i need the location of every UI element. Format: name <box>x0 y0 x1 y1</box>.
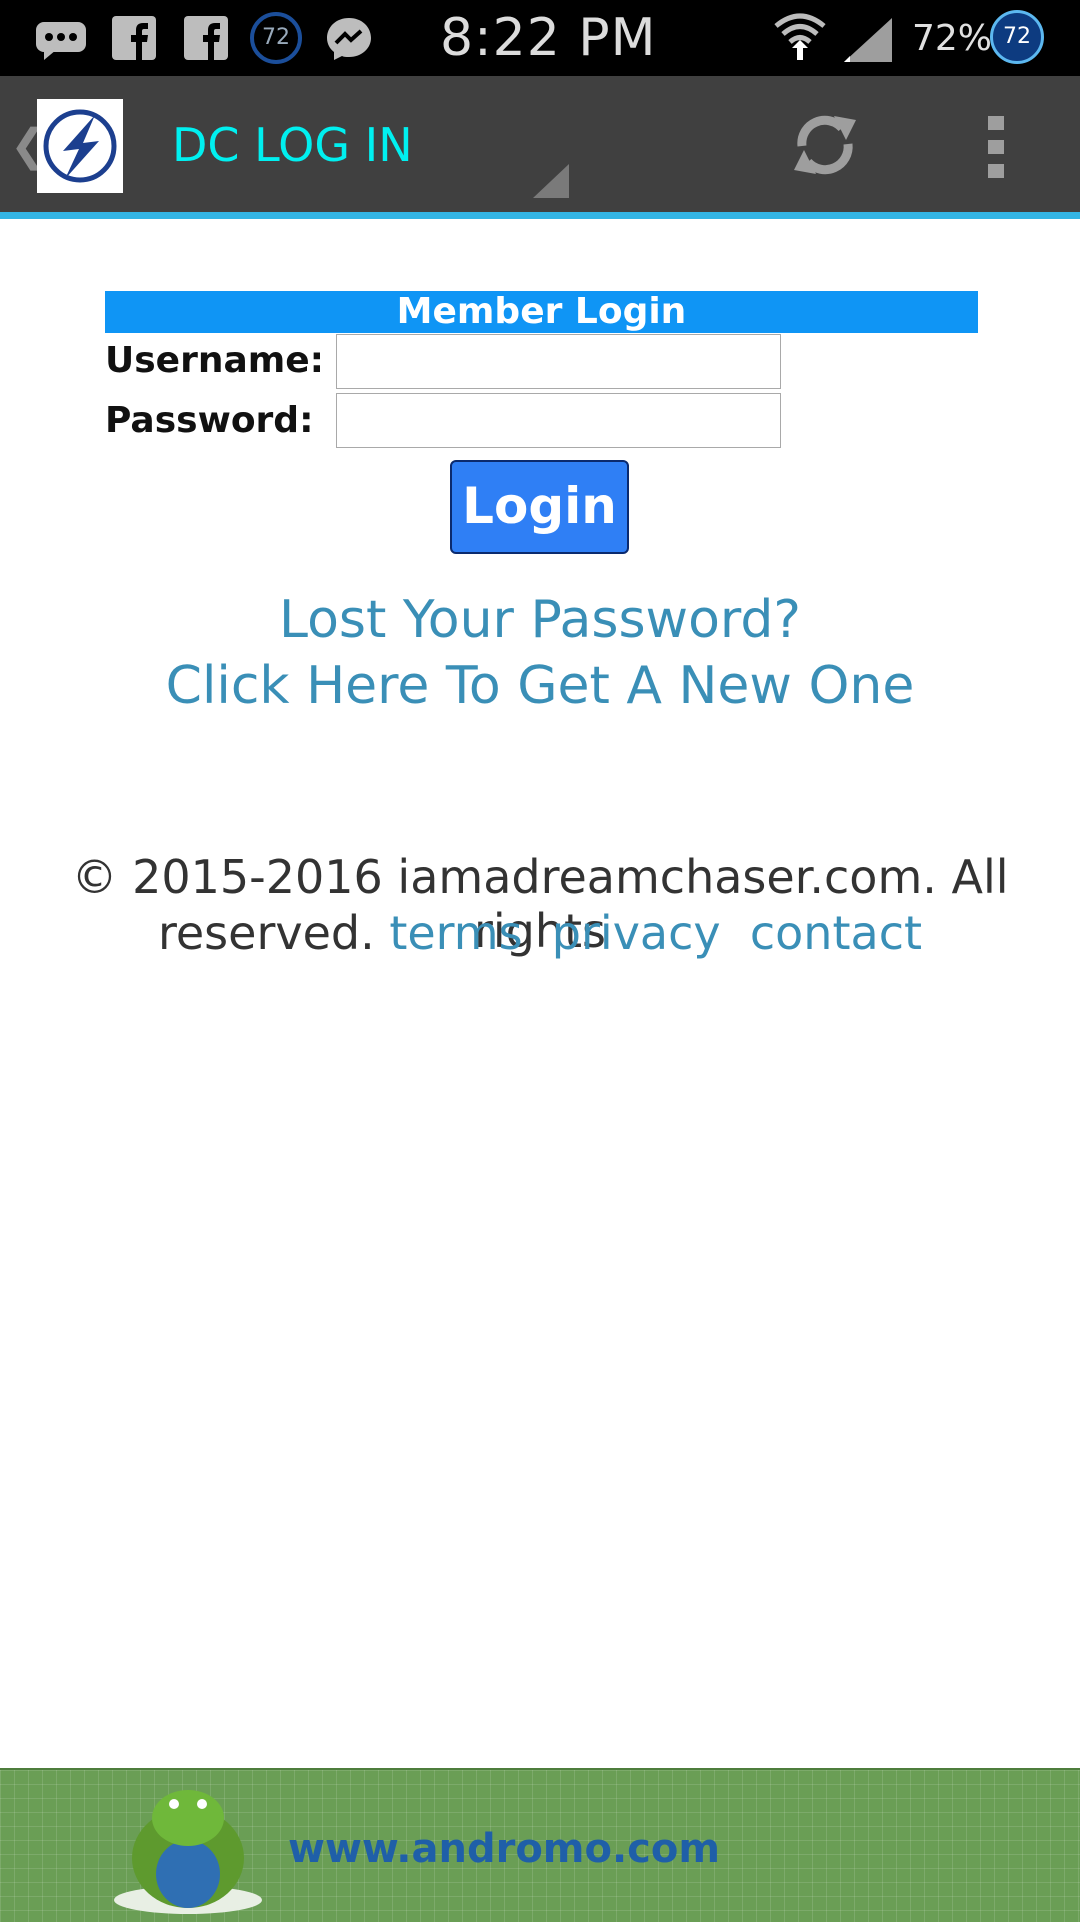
app-logo-icon[interactable] <box>37 99 123 193</box>
ad-banner[interactable]: www.andromo.com <box>0 1768 1080 1922</box>
sms-icon <box>36 22 86 60</box>
weather-badge-icon: 72 <box>250 12 302 64</box>
lost-password-link[interactable]: Lost Your Password? <box>0 590 1080 650</box>
get-new-password-link[interactable]: Click Here To Get A New One <box>0 656 1080 716</box>
battery-badge-icon: 72 <box>990 10 1044 64</box>
terms-link[interactable]: terms <box>389 906 522 960</box>
signal-icon <box>844 18 892 62</box>
login-button[interactable]: Login <box>450 460 629 554</box>
battery-badge-value: 72 <box>1003 24 1031 49</box>
username-label: Username: <box>105 340 325 381</box>
battery-percent: 72% <box>912 18 993 59</box>
messenger-icon <box>327 18 371 60</box>
refresh-icon[interactable] <box>790 110 860 180</box>
action-bar-title[interactable]: DC LOG IN <box>172 118 413 172</box>
privacy-link[interactable]: privacy <box>552 906 721 960</box>
action-bar: ❮ DC LOG IN <box>0 76 1080 219</box>
status-time: 8:22 PM <box>440 8 657 68</box>
facebook-icon <box>184 16 228 60</box>
member-login-header: Member Login <box>105 291 978 333</box>
contact-link[interactable]: contact <box>750 906 922 960</box>
facebook-icon <box>112 16 156 60</box>
copyright-text-cont: reserved. <box>157 906 375 960</box>
android-mascot-icon <box>114 1790 262 1914</box>
overflow-menu-icon[interactable] <box>986 116 1006 178</box>
copyright-footer-line: reserved. terms privacy contact <box>0 906 1080 960</box>
password-label: Password: <box>105 400 314 441</box>
status-bar: 72 8:22 PM 72% 72 <box>0 0 1080 76</box>
wifi-icon <box>774 13 826 60</box>
ad-banner-text[interactable]: www.andromo.com <box>288 1826 720 1872</box>
weather-badge-value: 72 <box>262 25 290 50</box>
spinner-arrow-icon[interactable] <box>533 164 571 200</box>
password-input[interactable] <box>336 393 781 448</box>
username-input[interactable] <box>336 334 781 389</box>
